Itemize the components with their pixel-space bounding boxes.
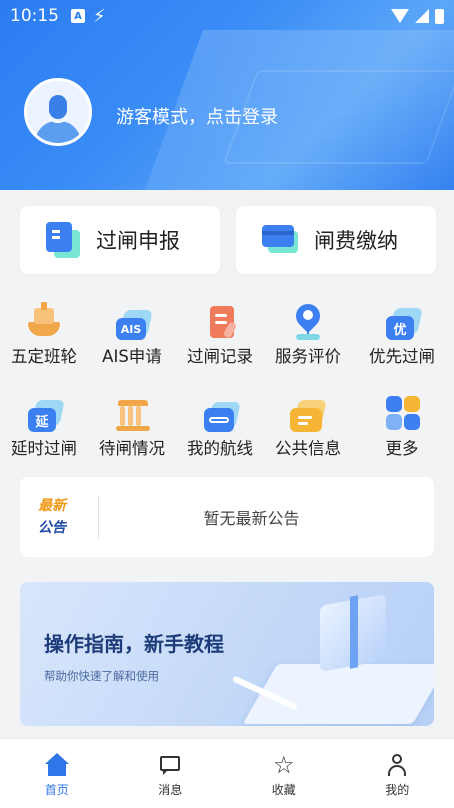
grid-label: 服务评价 [275,347,341,366]
ais-icon: AIS [112,302,153,342]
folder-icon [288,394,328,434]
grid-item-evaluation[interactable]: 服务评价 [264,298,352,372]
grid-label: 优先过闸 [369,347,435,366]
guide-banner[interactable]: 操作指南，新手教程 帮助你快速了解和使用 [20,582,434,726]
nav-profile[interactable]: 我的 [341,739,454,808]
card-icon [262,225,298,255]
heart-flower-icon [288,299,328,342]
grid-label: 更多 [385,439,419,458]
user-icon [385,753,409,777]
grid-item-ais[interactable]: AIS AIS申请 [88,298,176,372]
more-icon [382,394,422,434]
login-prompt[interactable]: 游客模式，点击登录 [116,103,278,129]
status-time: 10:15 [10,6,59,26]
delay-icon: 延 [24,394,65,434]
nav-label: 首页 [44,783,69,797]
nav-label: 消息 [158,783,183,797]
grid-item-more[interactable]: 更多 [358,390,446,464]
nav-home[interactable]: 首页 [0,739,114,808]
route-icon [200,394,241,434]
grid-item-priority[interactable]: 优 优先过闸 [358,298,446,372]
app-notification-icon: ⚡ [93,5,106,27]
notice-tag: 最新 公告 [38,498,66,536]
lock-declaration-label: 过闸申报 [96,229,180,253]
a-notification-icon: A [71,9,85,23]
nav-favorites[interactable]: ☆ 收藏 [227,739,341,808]
avatar[interactable] [24,78,92,146]
notice-text: 暂无最新公告 [203,509,300,528]
message-icon [158,753,182,777]
grid-item-delay[interactable]: 延 延时过闸 [0,390,88,464]
banner-subtitle: 帮助你快速了解和使用 [44,669,159,683]
home-icon [44,753,69,777]
lock-declaration-button[interactable]: 过闸申报 [20,206,220,274]
star-icon: ☆ [272,751,295,779]
grid-item-waiting[interactable]: 待闸情况 [88,390,176,464]
header-banner: 10:15 A ⚡ 游客模式，点击登录 [0,0,454,190]
ship-icon [24,302,64,342]
nav-label: 我的 [385,783,410,797]
document-icon [46,222,80,258]
grid-item-public-info[interactable]: 公共信息 [264,390,352,464]
gate-icon [112,394,152,434]
notice-bar[interactable]: 最新 公告 暂无最新公告 [20,477,434,557]
signal-icon [415,9,429,23]
grid-item-records[interactable]: 过闸记录 [176,298,264,372]
grid-item-liner[interactable]: 五定班轮 [0,298,88,372]
bottom-navigation: 首页 消息 ☆ 收藏 我的 [0,738,454,808]
wifi-icon [391,9,409,23]
clipboard-icon [200,302,240,342]
status-bar: 10:15 A ⚡ [0,0,454,32]
priority-icon: 优 [382,302,423,342]
battery-icon [435,8,444,24]
lock-fee-payment-button[interactable]: 闸费缴纳 [236,206,436,274]
banner-title: 操作指南，新手教程 [44,632,224,656]
grid-label: 公共信息 [275,439,341,458]
nav-messages[interactable]: 消息 [114,739,228,808]
lock-fee-payment-label: 闸费缴纳 [314,229,398,253]
grid-item-routes[interactable]: 我的航线 [176,390,264,464]
nav-label: 收藏 [271,783,296,797]
ribbon-illustration [350,595,358,669]
